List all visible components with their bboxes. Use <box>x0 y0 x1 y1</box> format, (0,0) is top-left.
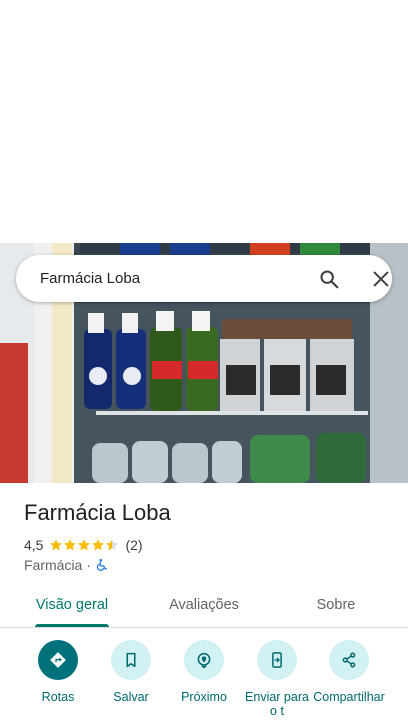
wheelchair-accessible-icon <box>95 558 109 572</box>
nearby-button[interactable]: Próximo <box>164 640 244 704</box>
star-icon <box>78 539 91 551</box>
tab-reviews[interactable]: Avaliações <box>154 586 254 627</box>
rating-value: 4,5 <box>24 537 44 553</box>
tab-overview[interactable]: Visão geral <box>22 586 122 627</box>
star-icon <box>92 539 105 551</box>
review-count[interactable]: (2) <box>125 537 142 553</box>
nearby-button-circle[interactable] <box>184 640 224 680</box>
tab-about[interactable]: Sobre <box>290 586 382 627</box>
half-star-icon <box>106 539 119 551</box>
active-tab-indicator <box>35 624 109 627</box>
share-button-circle[interactable] <box>329 640 369 680</box>
search-input[interactable]: Farmácia Loba <box>40 255 280 302</box>
share-label: Compartilhar <box>313 690 385 704</box>
nearby-icon <box>197 652 211 669</box>
share-button[interactable]: Compartilhar <box>309 640 389 704</box>
close-icon[interactable] <box>370 268 392 290</box>
search-icon[interactable] <box>318 268 340 290</box>
action-buttons: Rotas Salvar Próximo Enviar para o t Com… <box>0 640 408 726</box>
share-icon <box>342 652 356 668</box>
place-title: Farmácia Loba <box>24 500 171 525</box>
save-label: Salvar <box>113 690 149 704</box>
map-blank-area <box>0 0 408 243</box>
star-icon <box>50 539 63 551</box>
rating-row[interactable]: 4,5 (2) <box>24 536 143 554</box>
save-button-circle[interactable] <box>111 640 151 680</box>
star-icon <box>64 539 77 551</box>
star-rating <box>49 538 119 552</box>
bookmark-icon <box>126 652 136 668</box>
place-tabs: Visão geral Avaliações Sobre <box>0 586 408 628</box>
send-to-phone-button[interactable]: Enviar para o t <box>237 640 317 718</box>
category-row: Farmácia · <box>24 556 109 574</box>
save-button[interactable]: Salvar <box>91 640 171 704</box>
nearby-label: Próximo <box>181 690 227 704</box>
send-to-phone-label: Enviar para o t <box>245 690 309 718</box>
directions-button[interactable]: Rotas <box>18 640 98 704</box>
send-to-phone-button-circle[interactable] <box>257 640 297 680</box>
send-to-phone-icon <box>272 652 282 668</box>
separator: · <box>86 557 92 573</box>
search-bar[interactable]: Farmácia Loba <box>16 255 392 302</box>
directions-button-circle[interactable] <box>38 640 78 680</box>
directions-icon <box>50 652 66 668</box>
place-category: Farmácia <box>24 557 83 573</box>
directions-label: Rotas <box>41 690 75 704</box>
